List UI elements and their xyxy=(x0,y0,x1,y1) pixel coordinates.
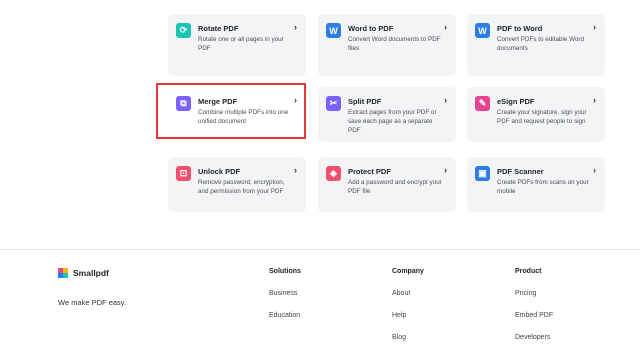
tool-card-unlock-pdf[interactable]: ⊡ Unlock PDF Remove password, encryption… xyxy=(168,157,306,212)
chevron-right-icon: › xyxy=(444,165,447,175)
tool-description: Extract pages from your PDF or save each… xyxy=(348,109,437,134)
word-icon: W xyxy=(475,23,490,38)
footer-link-about[interactable]: About xyxy=(392,289,424,311)
chevron-right-icon: › xyxy=(444,22,447,32)
footer-link-pricing[interactable]: Pricing xyxy=(515,289,553,311)
footer-link-blog[interactable]: Blog xyxy=(392,333,424,355)
tool-title: eSign PDF xyxy=(497,97,535,106)
tool-card-pdf-to-word[interactable]: W PDF to Word Convert PDFs to editable W… xyxy=(467,14,605,76)
chevron-right-icon: › xyxy=(294,95,297,105)
footer-link-embed-pdf[interactable]: Embed PDF xyxy=(515,311,553,333)
footer-link-help[interactable]: Help xyxy=(392,311,424,333)
tool-title: Protect PDF xyxy=(348,167,391,176)
tool-card-protect-pdf[interactable]: ◈ Protect PDF Add a password and encrypt… xyxy=(318,157,456,212)
tool-title: Rotate PDF xyxy=(198,24,239,33)
tool-title: PDF Scanner xyxy=(497,167,544,176)
rotate-icon: ⟳ xyxy=(176,23,191,38)
chevron-right-icon: › xyxy=(444,95,447,105)
footer-column-product: Product Pricing Embed PDF Developers xyxy=(515,268,553,355)
tool-card-split-pdf[interactable]: ✂ Split PDF Extract pages from your PDF … xyxy=(318,87,456,142)
tool-description: Rotate one or all pages in your PDF xyxy=(198,36,284,52)
footer-link-education[interactable]: Education xyxy=(269,311,301,333)
tool-title: Merge PDF xyxy=(198,97,238,106)
footer-column-company: Company About Help Blog xyxy=(392,268,424,355)
tool-title: Unlock PDF xyxy=(198,167,241,176)
pen-icon: ✎ xyxy=(475,96,490,111)
tool-description: Add a password and encrypt your PDF file xyxy=(348,179,442,195)
camera-icon: ▣ xyxy=(475,166,490,181)
footer-link-business[interactable]: Business xyxy=(269,289,301,311)
chevron-right-icon: › xyxy=(294,165,297,175)
footer-column-heading: Company xyxy=(392,268,424,275)
footer-column-solutions: Solutions Business Education xyxy=(269,268,301,333)
unlock-icon: ⊡ xyxy=(176,166,191,181)
shield-icon: ◈ xyxy=(326,166,341,181)
tool-card-word-to-pdf[interactable]: W Word to PDF Convert Word documents to … xyxy=(318,14,456,76)
merge-icon: ⧉ xyxy=(176,96,191,111)
tool-title: Split PDF xyxy=(348,97,382,106)
tool-description: Convert PDFs to editable Word documents xyxy=(497,36,585,52)
tool-card-rotate-pdf[interactable]: ⟳ Rotate PDF Rotate one or all pages in … xyxy=(168,14,306,76)
footer-column-heading: Product xyxy=(515,268,542,275)
tool-description: Convert Word documents to PDF files xyxy=(348,36,441,52)
footer-column-heading: Solutions xyxy=(269,268,301,275)
chevron-right-icon: › xyxy=(593,95,596,105)
word-icon: W xyxy=(326,23,341,38)
tool-card-esign-pdf[interactable]: ✎ eSign PDF Create your signature, sign … xyxy=(467,87,605,142)
tool-title: PDF to Word xyxy=(497,24,543,33)
footer-link-developers[interactable]: Developers xyxy=(515,333,553,355)
tool-description: Create your signature, sign your PDF and… xyxy=(497,109,587,125)
tools-grid: ⟳ Rotate PDF Rotate one or all pages in … xyxy=(0,0,640,250)
tool-description: Combine multiple PDFs into one unified d… xyxy=(198,109,289,125)
chevron-right-icon: › xyxy=(593,165,596,175)
chevron-right-icon: › xyxy=(294,22,297,32)
smallpdf-logo-icon xyxy=(58,268,68,278)
footer-tagline: We make PDF easy. xyxy=(58,298,127,307)
scissors-icon: ✂ xyxy=(326,96,341,111)
tool-description: Remove password, encryption, and permiss… xyxy=(198,179,285,195)
tool-title: Word to PDF xyxy=(348,24,394,33)
tool-description: Create PDFs from scans on your mobile xyxy=(497,179,589,195)
brand-name: Smallpdf xyxy=(73,268,109,278)
tool-card-pdf-scanner[interactable]: ▣ PDF Scanner Create PDFs from scans on … xyxy=(467,157,605,212)
tool-card-merge-pdf[interactable]: ⧉ Merge PDF Combine multiple PDFs into o… xyxy=(168,87,306,142)
footer-logo[interactable]: Smallpdf xyxy=(58,268,109,278)
chevron-right-icon: › xyxy=(593,22,596,32)
